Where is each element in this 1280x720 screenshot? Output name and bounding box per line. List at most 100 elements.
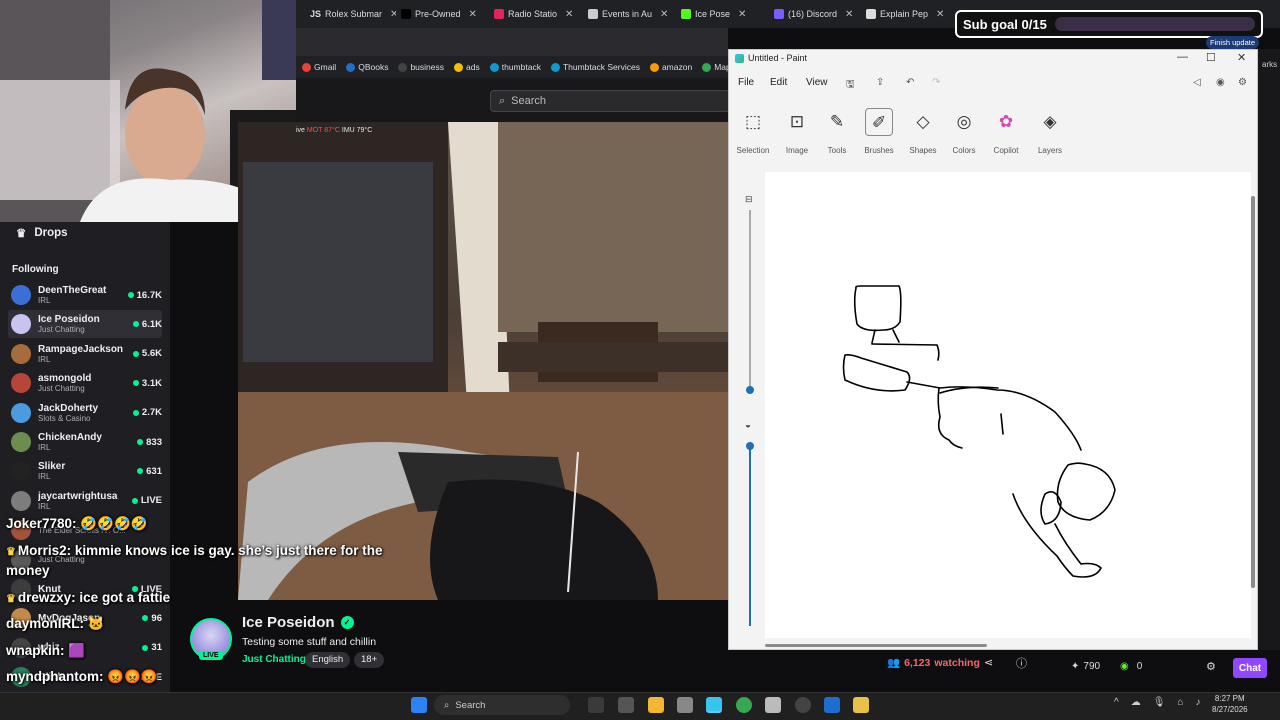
photos-icon[interactable] — [824, 697, 840, 713]
menu-edit[interactable]: Edit — [770, 77, 787, 88]
chat-username[interactable]: drewzxy: — [18, 590, 76, 605]
volume-icon[interactable]: ♪ — [1195, 697, 1200, 708]
menu-file[interactable]: File — [738, 77, 754, 88]
tool-image[interactable]: ⊡ Image — [775, 108, 819, 155]
tab-close-icon[interactable]: ✕ — [845, 9, 853, 20]
streamer-name[interactable]: Ice Poseidon ✓ — [242, 614, 354, 631]
drops-link[interactable]: ♛ Drops — [16, 226, 68, 240]
browser-tab[interactable]: Explain Pep ✕ — [866, 4, 952, 24]
sidebar-channel[interactable]: DeenTheGreat IRL 16.7K — [8, 281, 162, 309]
task-view-icon[interactable] — [588, 697, 604, 713]
bookmark-item[interactable]: QBooks — [346, 62, 388, 72]
mic-icon[interactable]: 🎙 — [1153, 697, 1166, 708]
browser-tab[interactable]: Radio Statio ✕ — [494, 4, 580, 24]
opacity-slider[interactable] — [749, 446, 751, 626]
settings-icon[interactable]: ⚙ — [1238, 77, 1247, 88]
bookmark-item[interactable]: Thumbtack Services — [550, 62, 640, 72]
chevron-up-icon[interactable]: ^ — [1114, 697, 1119, 708]
network-icon[interactable]: ⌂ — [1177, 697, 1183, 708]
browser-tab[interactable]: (16) Discord ✕ — [774, 4, 860, 24]
twitch-search-input[interactable]: ⌕ Search — [490, 90, 730, 112]
bookmark-item[interactable]: amazon — [649, 62, 692, 72]
paint-taskbar-icon[interactable] — [706, 697, 722, 713]
tag-mature[interactable]: 18+ — [354, 652, 385, 668]
tab-close-icon[interactable]: ✕ — [469, 9, 477, 20]
sidebar-channel[interactable]: jaycartwrightusa IRL LIVE — [8, 487, 162, 515]
twitch-search-placeholder: Search — [511, 95, 547, 107]
sidebar-channel[interactable]: Ice Poseidon Just Chatting 6.1K — [8, 310, 162, 339]
brush-size-slider[interactable] — [749, 210, 751, 390]
bookmark-item[interactable]: business — [398, 62, 444, 72]
chat-username[interactable]: Morris2: — [18, 543, 71, 558]
account-icon[interactable]: ◉ — [1216, 77, 1225, 88]
kicks[interactable]: ◉ 0 — [1120, 661, 1142, 672]
brush-size-thumb[interactable] — [746, 386, 754, 394]
tab-close-icon[interactable]: ✕ — [738, 9, 746, 20]
sidebar-channel[interactable]: asmongold Just Chatting 3.1K — [8, 369, 162, 397]
start-icon[interactable] — [411, 697, 427, 713]
stack-icon[interactable] — [853, 697, 869, 713]
tool-selection[interactable]: ⬚ Selection — [731, 108, 775, 155]
tool-label: Colors — [952, 146, 976, 155]
stream-video[interactable] — [238, 122, 728, 600]
channel-points[interactable]: ✦ 790 — [1071, 661, 1100, 672]
chat-settings-icon[interactable]: ⚙ — [1206, 660, 1216, 673]
sidebar-channel[interactable]: Sliker IRL 631 — [8, 457, 162, 485]
system-tray[interactable]: ^ ☁ 🎙 ⌂ ♪ — [1114, 697, 1200, 708]
cloud-icon[interactable]: ☁ — [1131, 697, 1141, 708]
chat-username[interactable]: wnapkin: — [6, 643, 65, 658]
tab-close-icon[interactable]: ✕ — [660, 9, 668, 20]
app-icon[interactable] — [795, 697, 811, 713]
share-icon[interactable]: ⇪ — [876, 77, 884, 88]
chat-username[interactable]: Joker7780: — [6, 516, 77, 531]
tool-brushes[interactable]: ✐ Brushes — [857, 108, 901, 155]
chat-username[interactable]: myndphantom: — [6, 669, 104, 684]
tool-layers[interactable]: ◈ Layers — [1028, 108, 1072, 155]
maximize-icon[interactable]: ☐ — [1206, 51, 1216, 64]
sidebar-channel[interactable]: ChickenAndy IRL 833 — [8, 428, 162, 456]
menu-view[interactable]: View — [806, 77, 828, 88]
bookmark-item[interactable]: ads — [454, 62, 480, 72]
notepad-icon[interactable] — [618, 697, 634, 713]
info-icon[interactable]: ⓘ — [1016, 655, 1027, 671]
bookmark-item[interactable]: Gmail — [302, 62, 336, 72]
sidebar-channel[interactable]: JackDoherty Slots & Casino 2.7K — [8, 399, 162, 427]
browser-tab[interactable]: Pre-Owned ✕ — [401, 4, 487, 24]
calculator-icon[interactable] — [677, 697, 693, 713]
tool-shapes[interactable]: ◇ Shapes — [901, 108, 945, 155]
bookmark-item[interactable]: Maps — [702, 62, 728, 72]
tab-close-icon[interactable]: ✕ — [565, 9, 573, 20]
opacity-thumb[interactable] — [746, 442, 754, 450]
tool-colors[interactable]: ◎ Colors — [942, 108, 986, 155]
horizontal-scrollbar[interactable] — [765, 644, 987, 647]
redo-icon[interactable]: ↷ — [932, 77, 940, 88]
tool-tools[interactable]: ✎ Tools — [815, 108, 859, 155]
undo-icon[interactable]: ↶ — [906, 77, 914, 88]
finish-update-button[interactable]: Finish update — [1206, 36, 1260, 49]
chrome-icon[interactable] — [736, 697, 752, 713]
bookmarks-overflow[interactable]: arks — [1262, 60, 1277, 69]
paint-canvas[interactable] — [765, 172, 1251, 638]
share-stream-icon[interactable]: ⋖ — [984, 656, 993, 669]
file-explorer-icon[interactable] — [648, 697, 664, 713]
minimize-icon[interactable]: — — [1177, 51, 1188, 63]
sidebar-channel[interactable]: RampageJackson IRL 5.6K — [8, 340, 162, 368]
taskbar-search[interactable]: ⌕ Search — [434, 695, 570, 715]
chat-username[interactable]: daymonIRL: — [6, 616, 84, 631]
comment-icon[interactable]: ◁ — [1193, 77, 1201, 88]
document-icon[interactable] — [765, 697, 781, 713]
bookmark-item[interactable]: thumbtack — [489, 62, 541, 72]
browser-tab[interactable]: JS Rolex Submar ✕ — [310, 4, 396, 24]
tag-language[interactable]: English — [305, 652, 351, 668]
tab-close-icon[interactable]: ✕ — [936, 9, 944, 20]
tab-close-icon[interactable]: ✕ — [390, 9, 396, 20]
tool-copilot[interactable]: ✿ Copilot — [984, 108, 1028, 155]
taskbar-clock[interactable]: 8:27 PM 8/27/2026 — [1212, 693, 1248, 715]
chat-button[interactable]: Chat — [1233, 658, 1267, 678]
save-icon[interactable]: 🖫 — [846, 77, 855, 94]
browser-tab[interactable]: Ice Pose ✕ — [681, 4, 767, 24]
vertical-scrollbar[interactable] — [1251, 196, 1255, 588]
browser-tab[interactable]: Events in Au ✕ — [588, 4, 674, 24]
close-icon[interactable]: ✕ — [1237, 51, 1246, 64]
stream-category-link[interactable]: Just Chatting — [242, 654, 306, 665]
